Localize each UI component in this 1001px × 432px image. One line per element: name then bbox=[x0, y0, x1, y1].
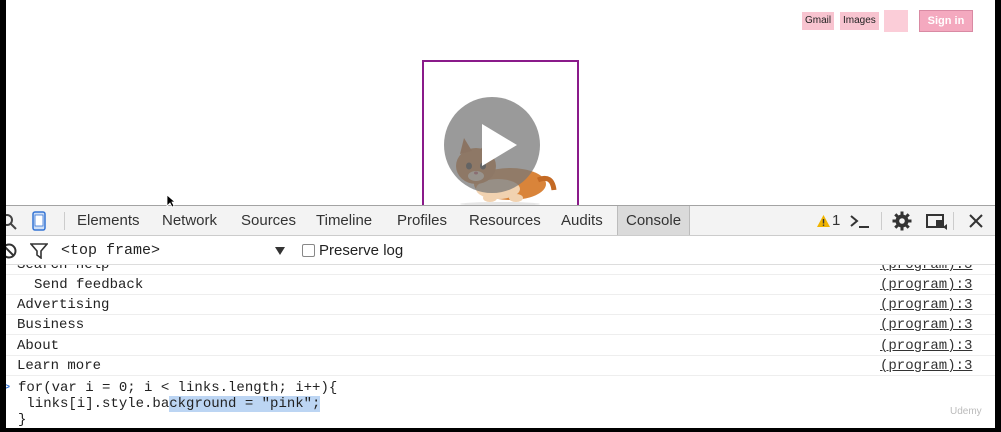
tab-network[interactable]: Network bbox=[162, 206, 217, 235]
devtools-panel: Elements Network Sources Timeline Profil… bbox=[6, 205, 995, 428]
tab-sources[interactable]: Sources bbox=[241, 206, 296, 235]
tab-resources[interactable]: Resources bbox=[469, 206, 541, 235]
log-source-link[interactable]: (program):3 bbox=[880, 356, 972, 376]
console-filter-bar: <top frame> Preserve log bbox=[6, 236, 995, 265]
dock-icon[interactable] bbox=[925, 212, 947, 230]
mouse-cursor-icon bbox=[166, 194, 176, 208]
console-log-row: Business (program):3 bbox=[6, 315, 995, 335]
console-log-row: About (program):3 bbox=[6, 336, 995, 356]
log-source-link[interactable]: (program):3 bbox=[880, 275, 972, 295]
command-line: links[i].style.background = "pink"; bbox=[18, 396, 321, 412]
sign-in-button[interactable]: Sign in bbox=[919, 10, 973, 32]
command-text: links[i].style.ba bbox=[18, 396, 170, 412]
warning-icon[interactable] bbox=[816, 214, 831, 228]
search-icon[interactable] bbox=[6, 213, 18, 231]
web-page: Gmail Images Sign in bbox=[6, 0, 995, 210]
watermark: Udemy bbox=[950, 406, 982, 417]
command-selection: ckground = "pink"; bbox=[169, 396, 321, 412]
tab-profiles[interactable]: Profiles bbox=[397, 206, 447, 235]
chevron-down-icon[interactable] bbox=[274, 246, 286, 256]
tab-audits[interactable]: Audits bbox=[561, 206, 603, 235]
apps-button[interactable] bbox=[884, 10, 908, 32]
command-line: } bbox=[18, 412, 27, 428]
log-message: Search help bbox=[17, 265, 110, 273]
log-source-link[interactable]: (program):3 bbox=[880, 295, 972, 315]
console-drawer-icon[interactable] bbox=[849, 213, 871, 229]
log-message: About bbox=[17, 338, 60, 354]
log-message: Advertising bbox=[17, 297, 110, 313]
preserve-log-label[interactable]: Preserve log bbox=[319, 236, 403, 265]
gmail-link[interactable]: Gmail bbox=[802, 12, 835, 30]
tab-timeline[interactable]: Timeline bbox=[316, 206, 372, 235]
preserve-log-checkbox[interactable] bbox=[302, 244, 315, 257]
log-message: Send feedback bbox=[34, 277, 144, 293]
toolbar-separator bbox=[64, 212, 65, 230]
console-log-row: Search help (program):3 bbox=[6, 265, 995, 275]
tab-elements[interactable]: Elements bbox=[77, 206, 140, 235]
toolbar-separator bbox=[953, 212, 954, 230]
console-output: Search help (program):3 Send feedback (p… bbox=[6, 265, 995, 428]
clear-console-icon[interactable] bbox=[6, 243, 17, 259]
log-message: Learn more bbox=[17, 358, 102, 374]
video-frame: Gmail Images Sign in Elements Network So… bbox=[0, 0, 1001, 432]
console-log-row: Send feedback (program):3 bbox=[6, 275, 995, 295]
gear-icon[interactable] bbox=[892, 211, 912, 231]
warning-count[interactable]: 1 bbox=[832, 206, 840, 235]
log-source-link[interactable]: (program):3 bbox=[880, 336, 972, 356]
console-prompt: > bbox=[6, 380, 11, 396]
devtools-toolbar: Elements Network Sources Timeline Profil… bbox=[6, 206, 995, 236]
frame-select[interactable]: <top frame> bbox=[61, 236, 160, 265]
log-source-link[interactable]: (program):3 bbox=[880, 315, 972, 335]
device-mode-icon[interactable] bbox=[32, 211, 46, 231]
console-log-row: Learn more (program):3 bbox=[6, 356, 995, 376]
command-line: for(var i = 0; i < links.length; i++){ bbox=[18, 380, 338, 396]
log-source-link[interactable]: (program):3 bbox=[880, 265, 972, 275]
filter-icon[interactable] bbox=[30, 243, 48, 259]
play-icon bbox=[482, 124, 517, 166]
close-icon[interactable] bbox=[969, 214, 983, 228]
play-button[interactable] bbox=[444, 97, 540, 193]
console-log-row: Advertising (program):3 bbox=[6, 295, 995, 315]
toolbar-separator bbox=[881, 212, 882, 230]
log-message: Business bbox=[17, 317, 85, 333]
images-link[interactable]: Images bbox=[840, 12, 879, 30]
tab-console[interactable]: Console bbox=[617, 206, 691, 235]
browser-screen: Gmail Images Sign in Elements Network So… bbox=[6, 0, 995, 428]
